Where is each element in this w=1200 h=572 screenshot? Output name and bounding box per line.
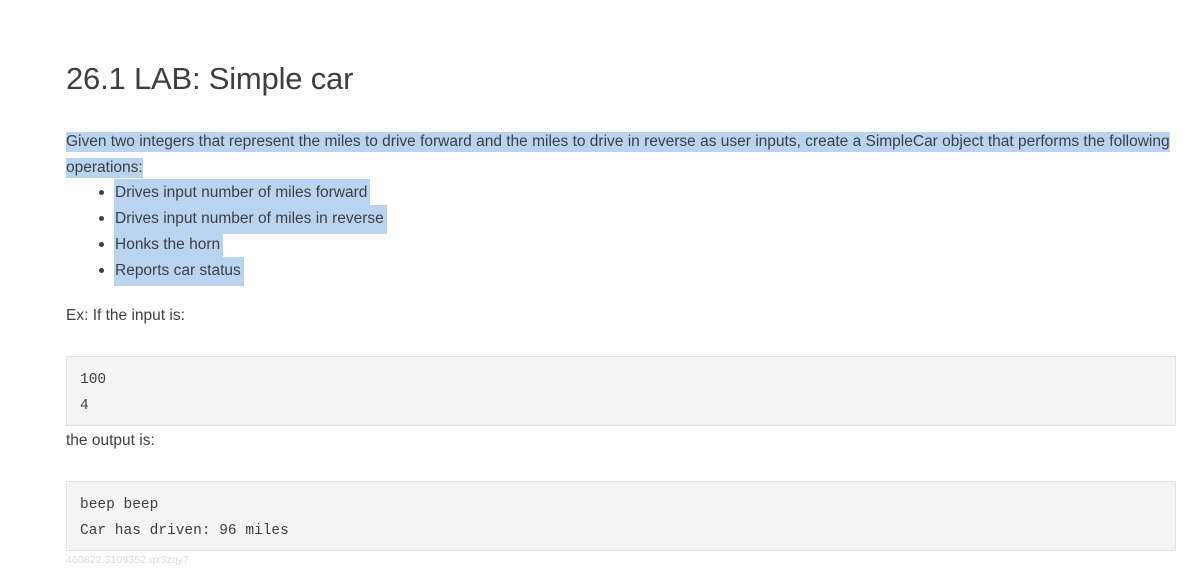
bullet-icon <box>99 268 104 273</box>
list-item: Drives input number of miles in reverse <box>66 205 966 234</box>
bullet-icon <box>99 190 104 195</box>
list-item: Honks the horn <box>66 231 966 260</box>
bullet-icon <box>99 242 104 247</box>
list-item: Drives input number of miles forward <box>66 179 966 208</box>
operation-label: Reports car status <box>114 257 244 286</box>
lab-page: 26.1 LAB: Simple car Given two integers … <box>0 0 1200 572</box>
example-input-code: 100 4 <box>66 355 1176 426</box>
example-output-code: beep beep Car has driven: 96 miles <box>66 480 1176 551</box>
lab-description-text: Given two integers that represent the mi… <box>66 131 1170 178</box>
operation-label: Drives input number of miles forward <box>114 179 371 208</box>
example-input-label: Ex: If the input is: <box>66 307 185 324</box>
bullet-icon <box>99 216 104 221</box>
operation-label: Drives input number of miles in reverse <box>114 205 387 234</box>
page-title: 26.1 LAB: Simple car <box>66 60 354 96</box>
lab-description: Given two integers that represent the mi… <box>66 129 1170 181</box>
list-item: Reports car status <box>66 257 966 286</box>
activity-id: 460822.3109352.qx3zqy7 <box>66 554 190 566</box>
operations-list: Drives input number of miles forward Dri… <box>66 179 966 286</box>
operation-label: Honks the horn <box>114 231 224 260</box>
example-output-label: the output is: <box>66 432 155 449</box>
